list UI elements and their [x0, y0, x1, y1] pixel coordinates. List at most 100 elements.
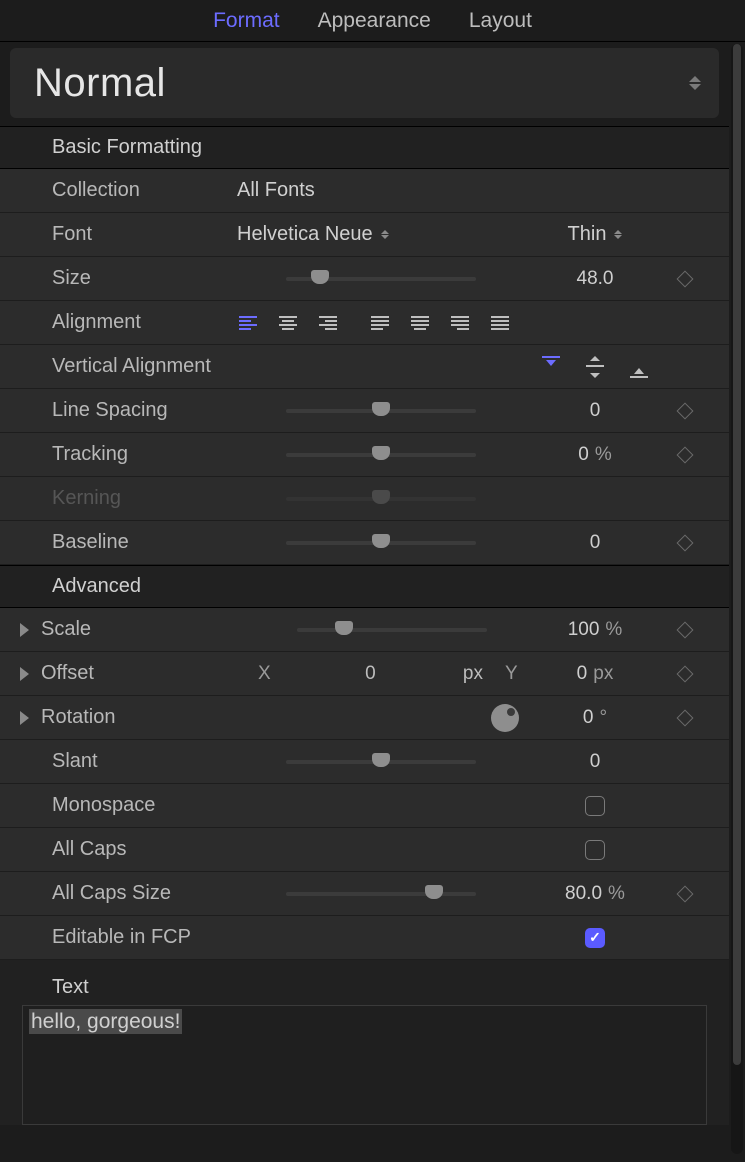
- text-style-popup[interactable]: Normal: [10, 48, 719, 118]
- row-all-caps-size: All Caps Size 80.0%: [0, 872, 729, 916]
- justify-right-icon[interactable]: [449, 314, 471, 332]
- section-text: Text: [52, 966, 707, 1005]
- size-slider[interactable]: [286, 269, 476, 289]
- monospace-checkbox[interactable]: [585, 796, 605, 816]
- row-kerning: Kerning: [0, 477, 729, 521]
- disclosure-triangle-icon[interactable]: [20, 623, 29, 637]
- label-kerning: Kerning: [52, 487, 237, 510]
- all-caps-size-slider[interactable]: [286, 884, 476, 904]
- inspector-tabs: Format Appearance Layout: [0, 0, 745, 42]
- font-family-value: Helvetica Neue: [237, 223, 373, 246]
- row-line-spacing: Line Spacing 0: [0, 389, 729, 433]
- line-spacing-value[interactable]: 0: [590, 400, 601, 422]
- row-collection: Collection All Fonts: [0, 169, 729, 213]
- justify-left-icon[interactable]: [369, 314, 391, 332]
- tab-format[interactable]: Format: [213, 9, 280, 33]
- label-rotation: Rotation: [41, 706, 258, 729]
- scale-slider[interactable]: [297, 620, 487, 640]
- label-valign: Vertical Alignment: [52, 355, 237, 378]
- all-caps-checkbox[interactable]: [585, 840, 605, 860]
- label-font: Font: [52, 223, 237, 246]
- label-slant: Slant: [52, 750, 237, 773]
- row-font: Font Helvetica Neue Thin: [0, 213, 729, 257]
- label-editable-fcp: Editable in FCP: [52, 926, 292, 949]
- valign-bottom-icon[interactable]: [628, 356, 650, 378]
- keyframe-icon[interactable]: [677, 885, 694, 902]
- keyframe-icon[interactable]: [677, 446, 694, 463]
- slant-value[interactable]: 0: [590, 751, 601, 773]
- disclosure-triangle-icon[interactable]: [20, 667, 29, 681]
- row-all-caps: All Caps: [0, 828, 729, 872]
- row-editable-fcp: Editable in FCP: [0, 916, 729, 960]
- chevron-updown-icon: [614, 230, 622, 239]
- keyframe-icon[interactable]: [677, 402, 694, 419]
- offset-x-value[interactable]: 0: [286, 663, 455, 685]
- keyframe-icon[interactable]: [677, 534, 694, 551]
- text-field[interactable]: hello, gorgeous!: [22, 1005, 707, 1125]
- keyframe-icon[interactable]: [677, 709, 694, 726]
- valign-middle-icon[interactable]: [584, 356, 606, 378]
- row-tracking: Tracking 0%: [0, 433, 729, 477]
- justify-full-icon[interactable]: [489, 314, 511, 332]
- keyframe-icon[interactable]: [677, 270, 694, 287]
- stepper-icon: [689, 76, 701, 90]
- row-slant: Slant 0: [0, 740, 729, 784]
- valign-top-icon[interactable]: [540, 356, 562, 378]
- align-right-icon[interactable]: [317, 314, 339, 332]
- label-baseline: Baseline: [52, 531, 237, 554]
- row-baseline: Baseline 0: [0, 521, 729, 565]
- scale-value[interactable]: 100: [568, 619, 600, 641]
- label-scale: Scale: [41, 618, 258, 641]
- baseline-value[interactable]: 0: [590, 532, 601, 554]
- tracking-slider[interactable]: [286, 445, 476, 465]
- label-alignment: Alignment: [52, 311, 237, 334]
- offset-y-unit: px: [593, 663, 613, 685]
- align-center-icon[interactable]: [277, 314, 299, 332]
- tab-layout[interactable]: Layout: [469, 9, 532, 33]
- keyframe-icon[interactable]: [677, 665, 694, 682]
- row-size: Size 48.0: [0, 257, 729, 301]
- font-typeface-popup[interactable]: Thin: [568, 223, 623, 246]
- label-tracking: Tracking: [52, 443, 237, 466]
- chevron-updown-icon: [381, 230, 389, 239]
- disclosure-triangle-icon[interactable]: [20, 711, 29, 725]
- rotation-unit: °: [599, 707, 607, 729]
- row-rotation: Rotation 0°: [0, 696, 729, 740]
- label-all-caps-size: All Caps Size: [52, 882, 237, 905]
- slant-slider[interactable]: [286, 752, 476, 772]
- label-collection: Collection: [52, 179, 237, 202]
- vertical-scrollbar[interactable]: [731, 44, 743, 1154]
- label-size: Size: [52, 267, 237, 290]
- section-basic-formatting: Basic Formatting: [0, 126, 729, 169]
- text-style-name: Normal: [34, 61, 166, 106]
- label-line-spacing: Line Spacing: [52, 399, 237, 422]
- line-spacing-slider[interactable]: [286, 401, 476, 421]
- tracking-value[interactable]: 0: [578, 444, 589, 466]
- offset-y-value[interactable]: 0: [577, 663, 588, 685]
- tracking-unit: %: [595, 444, 612, 466]
- rotation-dial[interactable]: [491, 704, 519, 732]
- kerning-slider: [286, 489, 476, 509]
- align-left-icon[interactable]: [237, 314, 259, 332]
- keyframe-icon[interactable]: [677, 621, 694, 638]
- label-all-caps: All Caps: [52, 838, 237, 861]
- baseline-slider[interactable]: [286, 533, 476, 553]
- row-vertical-alignment: Vertical Alignment: [0, 345, 729, 389]
- rotation-value[interactable]: 0: [583, 707, 594, 729]
- offset-y-label: Y: [505, 663, 525, 685]
- row-offset: Offset X 0 px Y 0px: [0, 652, 729, 696]
- tab-appearance[interactable]: Appearance: [318, 9, 431, 33]
- label-offset: Offset: [41, 662, 258, 685]
- row-scale: Scale 100%: [0, 608, 729, 652]
- collection-popup[interactable]: All Fonts: [237, 179, 315, 202]
- offset-x-label: X: [258, 663, 278, 685]
- font-family-popup[interactable]: Helvetica Neue: [237, 223, 389, 246]
- label-monospace: Monospace: [52, 794, 237, 817]
- all-caps-size-value[interactable]: 80.0: [565, 883, 602, 905]
- editable-fcp-checkbox[interactable]: [585, 928, 605, 948]
- section-advanced: Advanced: [0, 565, 729, 608]
- collection-value: All Fonts: [237, 179, 315, 202]
- justify-center-icon[interactable]: [409, 314, 431, 332]
- all-caps-size-unit: %: [608, 883, 625, 905]
- size-value[interactable]: 48.0: [577, 268, 614, 290]
